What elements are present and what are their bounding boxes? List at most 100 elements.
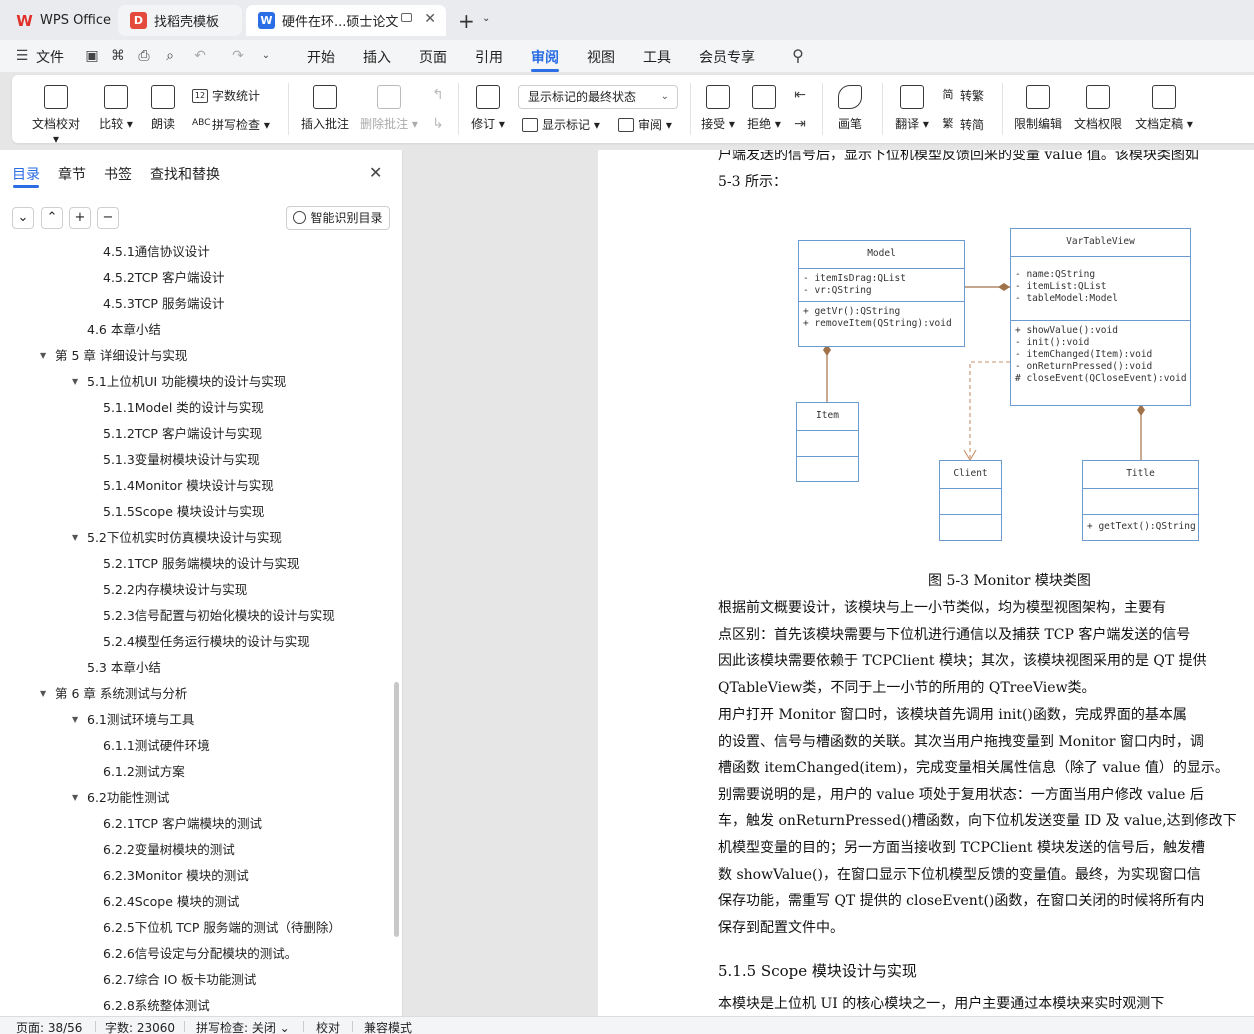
doc-finalize-button[interactable]: 文档定稿 ▾ xyxy=(1132,85,1196,132)
doc-permission-button[interactable]: 文档权限 xyxy=(1072,85,1124,132)
toc-expand-caret-icon[interactable]: ▼ xyxy=(72,710,78,730)
expand-up-button[interactable]: ⌃ xyxy=(41,207,63,229)
toc-scrollbar[interactable] xyxy=(394,682,399,937)
menu-home[interactable]: 开始 xyxy=(307,47,335,67)
toc-item[interactable]: 5.1.4Monitor 模块设计与实现 xyxy=(103,476,274,496)
tab-template[interactable]: D 找稻壳模板 xyxy=(118,5,242,36)
menu-insert[interactable]: 插入 xyxy=(363,47,391,67)
menu-member[interactable]: 会员专享 xyxy=(699,47,755,67)
pen-button[interactable]: 画笔 xyxy=(832,85,868,132)
menu-references[interactable]: 引用 xyxy=(475,47,503,67)
remove-heading-button[interactable]: − xyxy=(97,207,119,229)
toc-item[interactable]: 第 5 章 详细设计与实现 xyxy=(55,346,187,366)
to-simplified-button[interactable]: 繁 转简 xyxy=(940,116,985,133)
restore-window-icon[interactable] xyxy=(401,13,412,22)
toc-item[interactable]: 6.2.4Scope 模块的测试 xyxy=(103,892,239,912)
search-icon[interactable]: ⚲ xyxy=(790,48,806,64)
track-changes-button[interactable]: 修订 ▾ xyxy=(468,85,508,132)
add-heading-button[interactable]: + xyxy=(69,207,91,229)
to-traditional-button[interactable]: 简 转繁 xyxy=(940,87,985,104)
toc-item[interactable]: 第 6 章 系统测试与分析 xyxy=(55,684,187,704)
reject-button[interactable]: 拒绝 ▾ xyxy=(744,85,784,132)
redo-icon[interactable]: ↷ xyxy=(230,48,246,64)
toc-expand-caret-icon[interactable]: ▼ xyxy=(40,684,46,704)
new-tab-icon[interactable]: + xyxy=(458,9,475,33)
collapse-all-button[interactable]: ⌄ xyxy=(12,207,34,229)
share-icon[interactable]: ⌘ xyxy=(110,48,126,64)
toc-item[interactable]: 6.2.6信号设定与分配模块的测试。 xyxy=(103,944,297,964)
print-preview-icon[interactable]: ⌕ xyxy=(162,48,178,64)
toc-item[interactable]: 6.1测试环境与工具 xyxy=(87,710,194,730)
save-icon[interactable]: ▣ xyxy=(84,48,100,64)
spell-check-button[interactable]: ABC 拼写检查 ▾ xyxy=(192,116,270,133)
menu-file[interactable]: 文件 xyxy=(36,47,64,67)
nav-tab-chapters[interactable]: 章节 xyxy=(58,164,86,184)
toc-item[interactable]: 5.2.2内存模块设计与实现 xyxy=(103,580,247,600)
restrict-edit-button[interactable]: 限制编辑 xyxy=(1012,85,1064,132)
hamburger-icon[interactable]: ☰ xyxy=(14,48,30,64)
toc-item[interactable]: 6.1.2测试方案 xyxy=(103,762,185,782)
toc-item[interactable]: 5.1.1Model 类的设计与实现 xyxy=(103,398,264,418)
nav-tab-bookmarks[interactable]: 书签 xyxy=(104,164,132,184)
word-count-button[interactable]: 12 字数统计 xyxy=(192,87,260,104)
show-markup-button[interactable]: 显示标记 ▾ xyxy=(522,116,600,133)
status-words[interactable]: 字数: 23060 xyxy=(105,1019,175,1034)
toc-item[interactable]: 5.1.2TCP 客户端设计与实现 xyxy=(103,424,262,444)
prev-change-icon[interactable]: ⇤ xyxy=(792,87,808,103)
toc-item[interactable]: 6.2.1TCP 客户端模块的测试 xyxy=(103,814,262,834)
close-tab-icon[interactable]: ✕ xyxy=(424,11,436,27)
doc-check-button[interactable]: 文档校对 ▾ xyxy=(28,85,84,146)
toc-expand-caret-icon[interactable]: ▼ xyxy=(72,528,78,548)
print-icon[interactable]: ⎙ xyxy=(136,48,152,64)
toc-item[interactable]: 5.2.3信号配置与初始化模块的设计与实现 xyxy=(103,606,335,626)
toc-item[interactable]: 5.3 本章小结 xyxy=(87,658,161,678)
toc-expand-caret-icon[interactable]: ▼ xyxy=(40,346,46,366)
toc-item[interactable]: 4.5.3TCP 服务端设计 xyxy=(103,294,224,314)
document-page[interactable]: 户端发送的信号后，显示下位机模型反馈回来的变量 value 值。该模块类图如 5… xyxy=(598,150,1254,1016)
toc-item[interactable]: 4.5.1通信协议设计 xyxy=(103,242,210,262)
insert-comment-button[interactable]: 插入批注 xyxy=(300,85,350,132)
smart-toc-button[interactable]: 智能识别目录 xyxy=(286,206,390,230)
delete-comment-button[interactable]: 删除批注 ▾ xyxy=(360,85,418,132)
status-page[interactable]: 页面: 38/56 xyxy=(16,1019,82,1034)
toc-item[interactable]: 5.2.1TCP 服务端模块的设计与实现 xyxy=(103,554,299,574)
toc-item[interactable]: 6.2.3Monitor 模块的测试 xyxy=(103,866,249,886)
toc-item[interactable]: 5.2.4模型任务运行模块的设计与实现 xyxy=(103,632,310,652)
toc-item[interactable]: 4.5.2TCP 客户端设计 xyxy=(103,268,224,288)
compare-button[interactable]: 比较 ▾ xyxy=(96,85,136,132)
toc-expand-caret-icon[interactable]: ▼ xyxy=(72,372,78,392)
menu-tools[interactable]: 工具 xyxy=(643,47,671,67)
toc-item[interactable]: 6.1.1测试硬件环境 xyxy=(103,736,210,756)
toc-item[interactable]: 6.2.2变量树模块的测试 xyxy=(103,840,235,860)
toc-item[interactable]: 6.2.5下位机 TCP 服务端的测试（待删除） xyxy=(103,918,341,938)
next-comment-icon[interactable]: ↳ xyxy=(430,116,446,132)
undo-icon[interactable]: ↶ xyxy=(192,48,208,64)
toc-item[interactable]: 6.2功能性测试 xyxy=(87,788,169,808)
markup-state-select[interactable]: 显示标记的最终状态 ⌄ xyxy=(518,85,678,109)
review-pane-button[interactable]: 审阅 ▾ xyxy=(618,116,672,133)
next-change-icon[interactable]: ⇥ xyxy=(792,116,808,132)
toc-item[interactable]: 4.6 本章小结 xyxy=(87,320,161,340)
tab-wps-office[interactable]: W WPS Office xyxy=(4,5,116,36)
close-icon[interactable]: ✕ xyxy=(369,163,382,182)
nav-tab-toc[interactable]: 目录 xyxy=(12,164,40,184)
read-aloud-button[interactable]: 朗读 xyxy=(146,85,180,132)
toc-item[interactable]: 6.2.8系统整体测试 xyxy=(103,996,210,1016)
nav-tab-find-replace[interactable]: 查找和替换 xyxy=(150,164,220,184)
toc-item[interactable]: 5.1上位机UI 功能模块的设计与实现 xyxy=(87,372,286,392)
accept-button[interactable]: 接受 ▾ xyxy=(698,85,738,132)
menu-page[interactable]: 页面 xyxy=(419,47,447,67)
quick-access-dropdown-icon[interactable]: ⌄ xyxy=(258,48,274,64)
menu-view[interactable]: 视图 xyxy=(587,47,615,67)
toc-expand-caret-icon[interactable]: ▼ xyxy=(72,788,78,808)
toc-item[interactable]: 6.2.7综合 IO 板卡功能测试 xyxy=(103,970,256,990)
toc-item[interactable]: 5.1.5Scope 模块设计与实现 xyxy=(103,502,264,522)
toc-item[interactable]: 5.2下位机实时仿真模块设计与实现 xyxy=(87,528,282,548)
status-spell-check[interactable]: 拼写检查: 关闭 ⌄ xyxy=(196,1019,290,1034)
prev-comment-icon[interactable]: ↰ xyxy=(430,87,446,103)
translate-button[interactable]: 翻译 ▾ xyxy=(892,85,932,132)
tab-dropdown-icon[interactable]: ⌄ xyxy=(482,13,490,24)
toc-item[interactable]: 5.1.3变量树模块设计与实现 xyxy=(103,450,260,470)
menu-review[interactable]: 审阅 xyxy=(531,47,559,67)
tab-document[interactable]: W 硬件在环...硕士论文 ✕ xyxy=(246,5,446,36)
